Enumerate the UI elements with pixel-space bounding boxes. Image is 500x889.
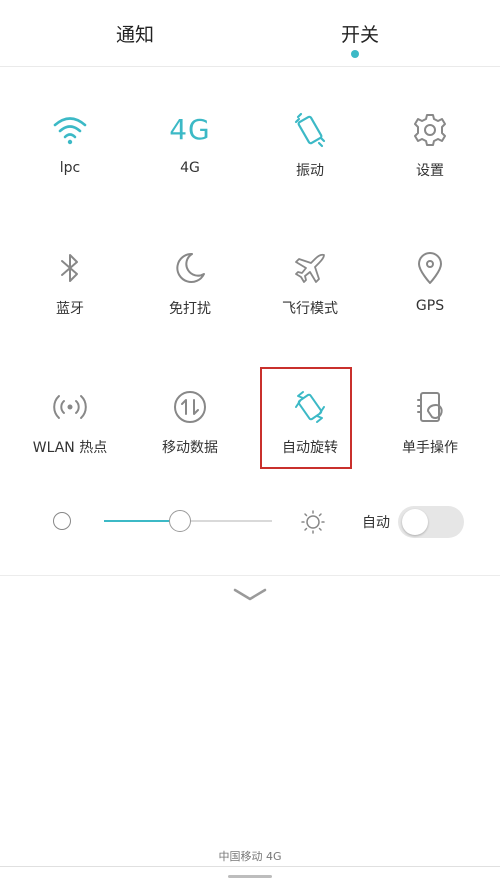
tab-switches[interactable]: 开关 [290, 20, 430, 47]
tile-label: 移动数据 [162, 440, 218, 456]
tab-notifications[interactable]: 通知 [65, 20, 205, 47]
active-tab-indicator [351, 50, 359, 58]
auto-brightness-label: 自动 [362, 515, 390, 531]
tile-airplane-mode[interactable]: 飞行模式 [250, 248, 370, 348]
tile-label: 设置 [416, 163, 444, 179]
airplane-icon [290, 248, 330, 288]
panel-divider [0, 575, 500, 576]
tile-label: WLAN 热点 [32, 440, 108, 456]
brightness-high-icon [300, 509, 326, 535]
brightness-low-icon [53, 512, 71, 530]
tile-settings[interactable]: 设置 [370, 110, 490, 210]
highlight-box [260, 367, 352, 469]
carrier-label: 中国移动 4G [218, 850, 282, 863]
tile-do-not-disturb[interactable]: 免打扰 [130, 248, 250, 348]
tile-label: lpc [59, 160, 81, 176]
top-tabs: 通知 开关 [0, 0, 500, 67]
vibration-icon [290, 110, 330, 150]
tile-label: 免打扰 [169, 301, 211, 317]
tile-mobile-data[interactable]: 移动数据 [130, 387, 250, 487]
tile-wifi[interactable]: lpc [10, 110, 130, 210]
moon-icon [170, 248, 210, 288]
tile-gps[interactable]: GPS [370, 248, 490, 348]
brightness-slider-thumb[interactable] [168, 510, 191, 532]
tile-label: GPS [415, 298, 445, 314]
bluetooth-icon [50, 248, 90, 288]
tile-one-hand-mode[interactable]: 单手操作 [370, 387, 490, 487]
mobile-data-icon [170, 387, 210, 427]
drag-handle[interactable] [228, 875, 272, 878]
tile-label: 飞行模式 [282, 301, 338, 317]
bottom-divider [0, 866, 500, 867]
tile-label: 单手操作 [402, 440, 458, 456]
brightness-row: 自动 [0, 500, 500, 544]
tile-label: 振动 [296, 163, 324, 179]
one-hand-icon [410, 387, 450, 427]
tile-vibration[interactable]: 振动 [250, 110, 370, 210]
settings-icon [410, 110, 450, 150]
tile-wlan-hotspot[interactable]: WLAN 热点 [10, 387, 130, 487]
location-pin-icon [410, 248, 450, 288]
chevron-down-icon[interactable] [232, 585, 268, 605]
tile-bluetooth[interactable]: 蓝牙 [10, 248, 130, 348]
tile-4g[interactable]: 4G 4G [130, 110, 250, 210]
tile-label: 4G [180, 160, 200, 176]
tile-label: 蓝牙 [56, 301, 84, 317]
auto-brightness-toggle-knob[interactable] [402, 509, 428, 535]
4g-icon-glyph: 4G [169, 113, 211, 146]
hotspot-icon [50, 387, 90, 427]
4g-icon: 4G [150, 110, 230, 150]
wifi-icon [50, 110, 90, 150]
